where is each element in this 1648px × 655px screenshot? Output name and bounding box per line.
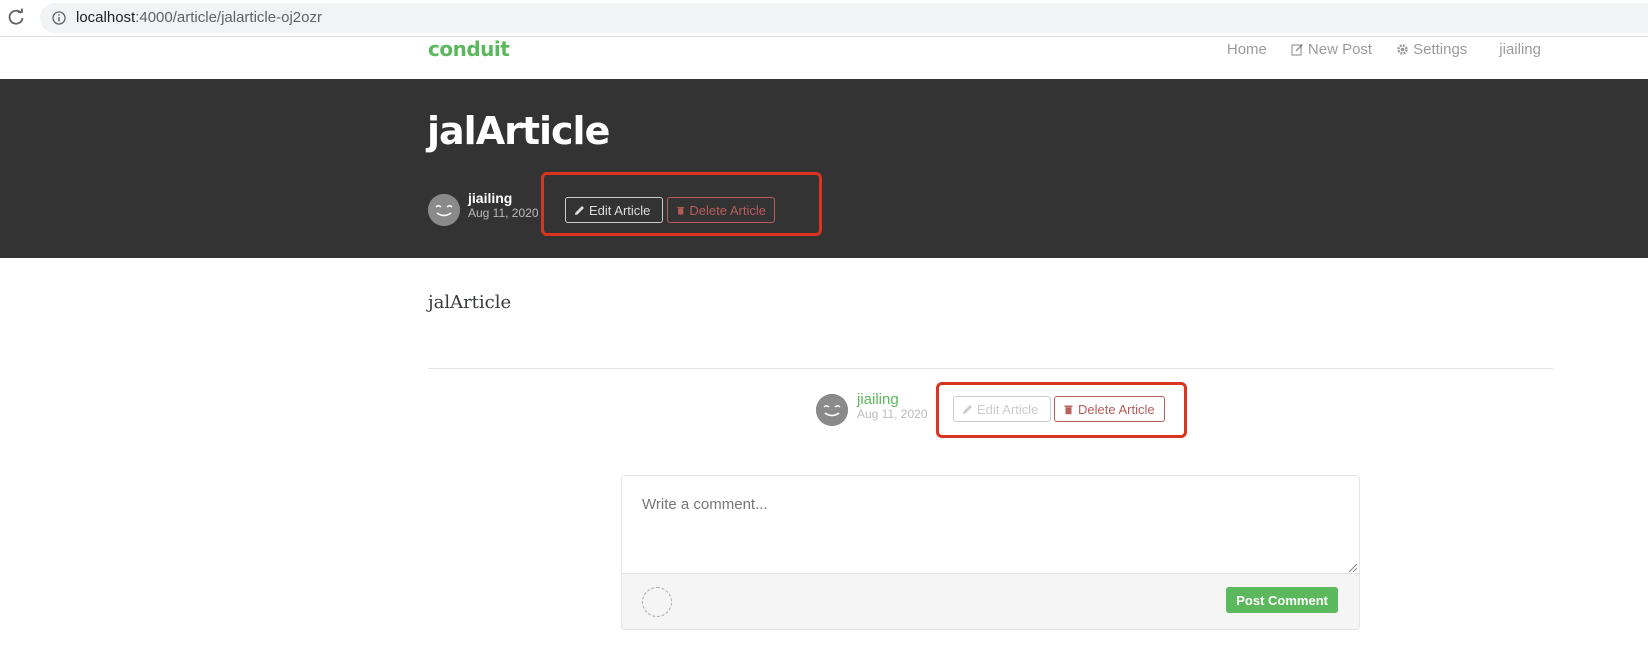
author-link[interactable]: jiailing	[468, 191, 539, 206]
comment-input[interactable]	[622, 476, 1359, 574]
info-icon[interactable]	[52, 11, 66, 25]
reload-icon[interactable]	[6, 7, 26, 27]
brand-logo[interactable]: conduit	[428, 37, 510, 61]
url-host: localhost	[76, 9, 136, 26]
article-title: jalArticle	[427, 109, 610, 153]
smiley-avatar-icon	[816, 394, 848, 426]
article-date-lower: Aug 11, 2020	[857, 407, 928, 421]
article-body: jalArticle	[428, 292, 512, 313]
highlight-box-banner-actions	[541, 172, 822, 236]
comment-footer: Post Comment	[622, 574, 1359, 629]
nav-home[interactable]: Home	[1215, 41, 1279, 58]
author-avatar-lower[interactable]	[816, 394, 848, 426]
navbar: conduit Home New Post Settings jiailing	[0, 37, 1648, 79]
nav-new-post-label: New Post	[1307, 41, 1373, 58]
article-meta-lower: jiailing Aug 11, 2020	[857, 392, 928, 421]
comment-author-avatar	[642, 587, 672, 617]
browser-address-bar: localhost:4000/article/jalarticle-oj2ozr	[0, 0, 1648, 37]
url-text: localhost:4000/article/jalarticle-oj2ozr	[76, 9, 322, 26]
post-comment-button[interactable]: Post Comment	[1226, 587, 1338, 613]
nav-new-post[interactable]: New Post	[1279, 41, 1384, 58]
nav-settings-label: Settings	[1413, 41, 1468, 58]
smiley-avatar-icon	[428, 194, 460, 226]
article-meta: jiailing Aug 11, 2020	[468, 191, 539, 221]
nav-profile[interactable]: jiailing	[1479, 41, 1553, 58]
article-date: Aug 11, 2020	[468, 206, 539, 220]
nav-links: Home New Post Settings jiailing	[1215, 41, 1553, 58]
url-path: :4000/article/jalarticle-oj2ozr	[135, 9, 322, 26]
nav-profile-label: jiailing	[1499, 41, 1541, 58]
gear-icon	[1397, 44, 1408, 55]
article-banner: jalArticle jiailing Aug 11, 2020 Edit Ar…	[0, 79, 1648, 258]
nav-settings[interactable]: Settings	[1384, 41, 1479, 58]
nav-home-label: Home	[1226, 41, 1267, 58]
comment-form: Post Comment	[621, 475, 1360, 630]
highlight-box-lower-actions	[936, 382, 1187, 438]
author-link-lower[interactable]: jiailing	[857, 392, 928, 407]
resize-handle-icon[interactable]	[1349, 564, 1357, 572]
edit-icon	[1291, 43, 1303, 56]
url-field[interactable]: localhost:4000/article/jalarticle-oj2ozr	[40, 3, 1648, 33]
author-avatar[interactable]	[428, 194, 460, 226]
divider	[428, 368, 1553, 369]
